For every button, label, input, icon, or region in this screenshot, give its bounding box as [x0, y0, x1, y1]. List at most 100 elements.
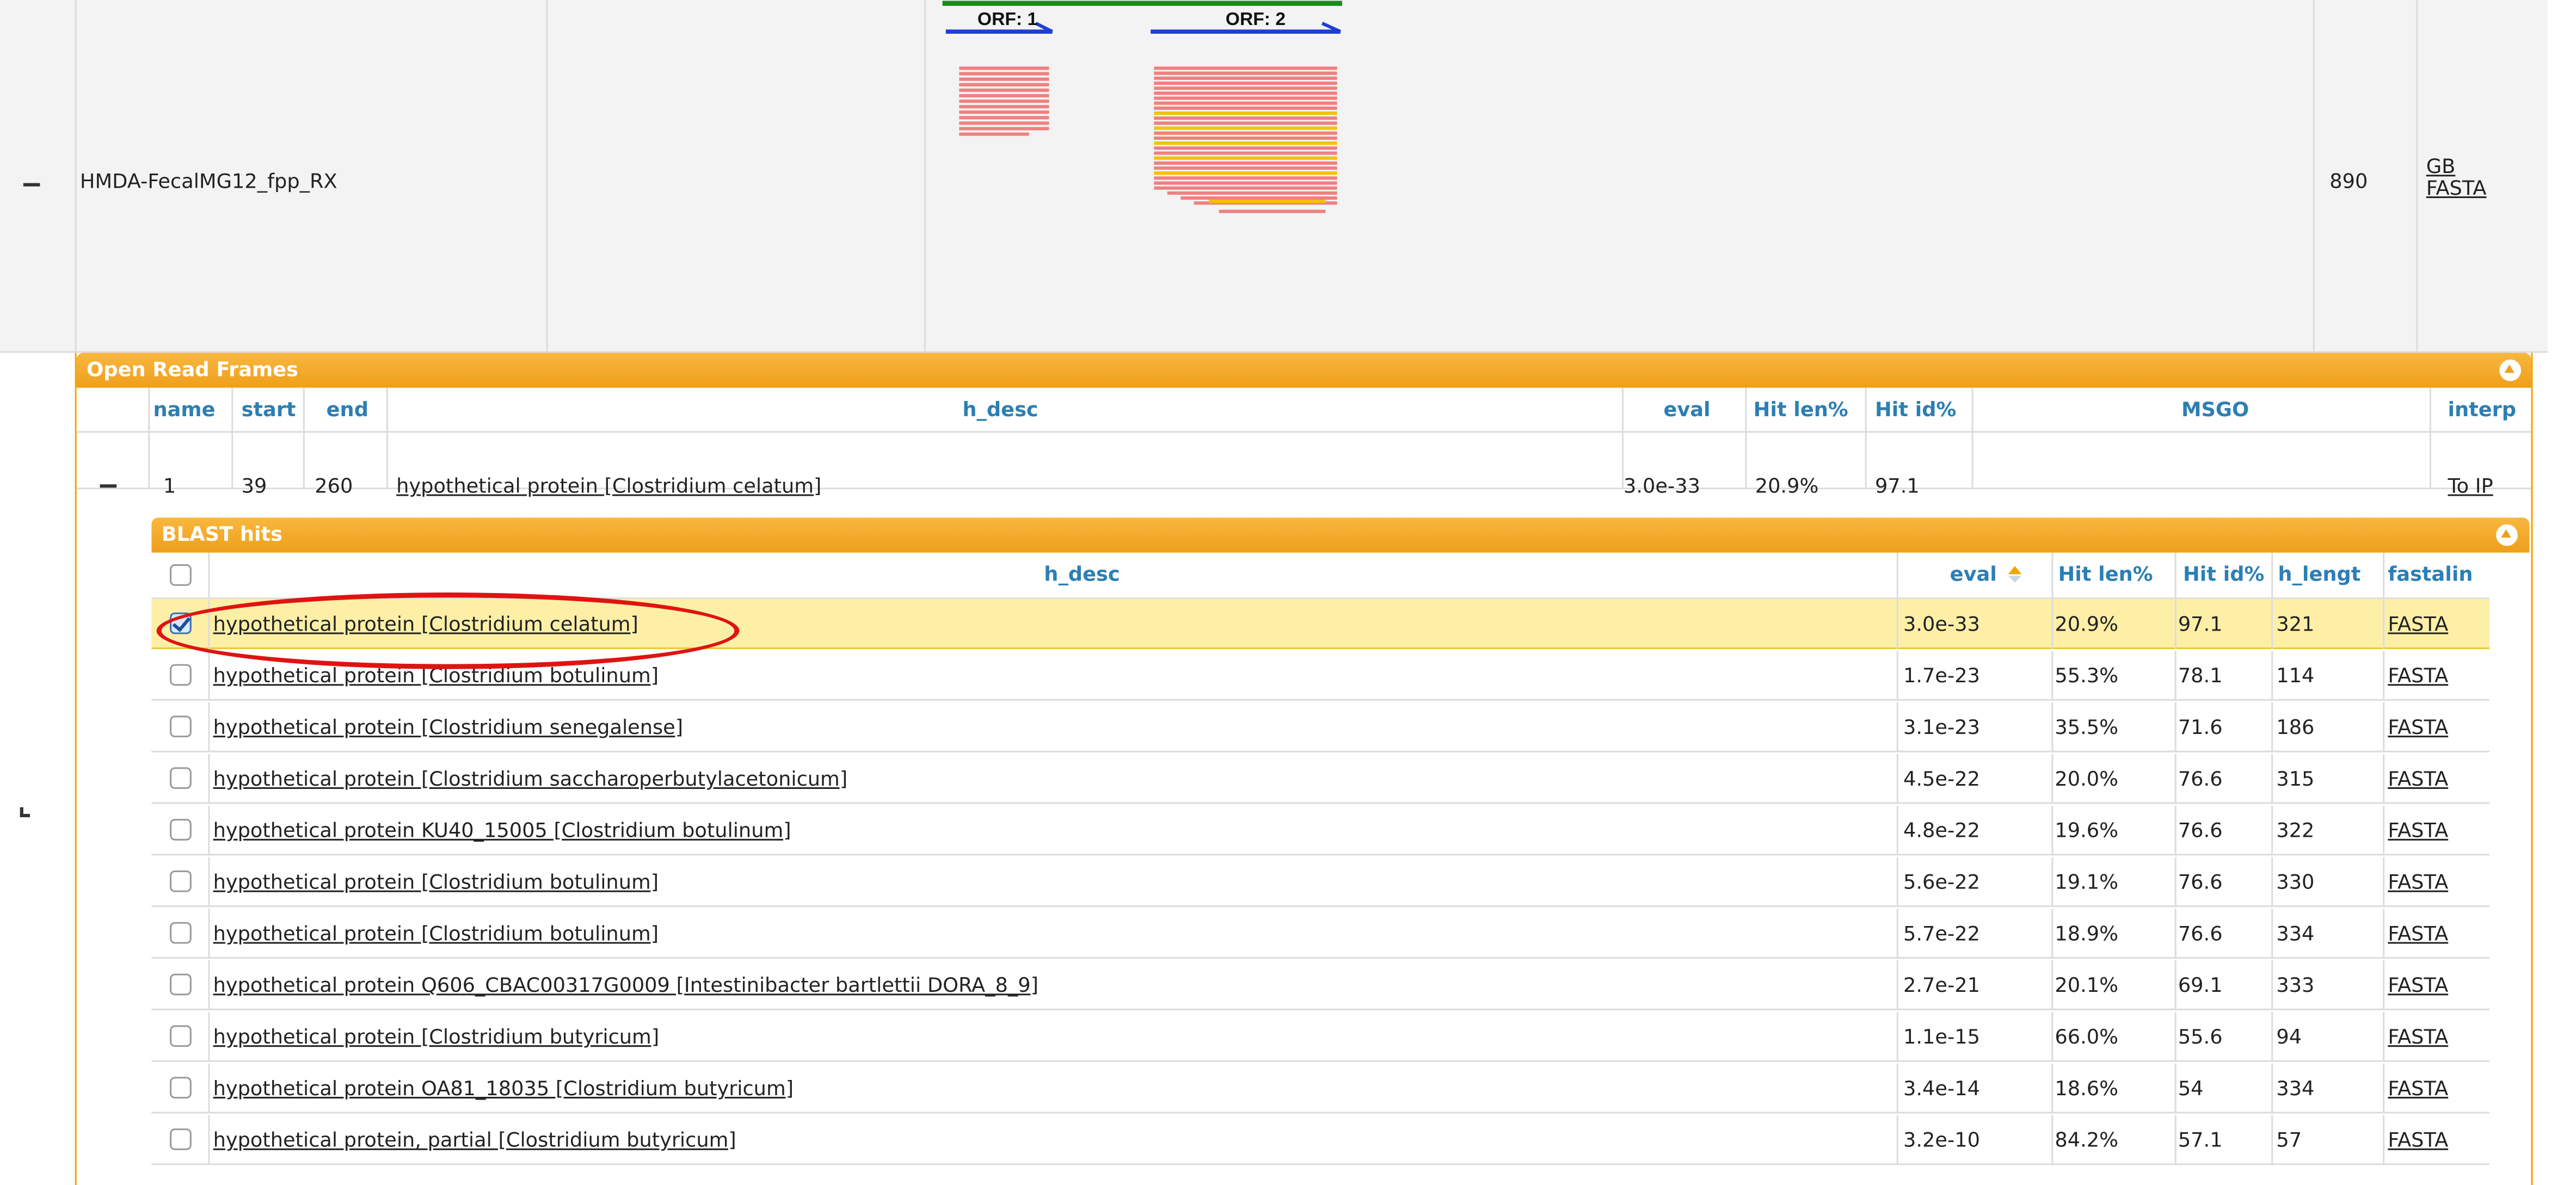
hit-desc-link[interactable]: hypothetical protein, partial [Clostridi…	[213, 1128, 736, 1152]
column-divider	[2051, 1063, 2054, 1114]
column-divider	[1896, 1011, 1898, 1062]
blast-row[interactable]: hypothetical protein, partial [Clostridi…	[151, 1115, 2489, 1165]
fasta-link[interactable]: FASTA	[2388, 767, 2448, 791]
hit-desc-link[interactable]: hypothetical protein [Clostridium saccha…	[213, 767, 848, 791]
fasta-link[interactable]: FASTA	[2388, 715, 2448, 739]
col-h-desc[interactable]: h_desc	[962, 398, 1038, 421]
col-start[interactable]: start	[242, 398, 296, 421]
col-hit-id[interactable]: Hit id%	[1875, 398, 1956, 421]
blast-col-hit-len[interactable]: Hit len%	[2058, 563, 2153, 586]
row-checkbox[interactable]	[170, 664, 192, 686]
contig-links: GB FASTA	[2426, 156, 2487, 200]
row-checkbox[interactable]	[170, 612, 192, 634]
blast-row[interactable]: hypothetical protein Q606_CBAC00317G0009…	[151, 960, 2489, 1010]
hit-eval: 3.4e-14	[1903, 1077, 1980, 1101]
fasta-link[interactable]: FASTA	[2388, 819, 2448, 842]
row-checkbox[interactable]	[170, 767, 192, 789]
collapse-orf-icon[interactable]	[100, 484, 117, 488]
fasta-link[interactable]: FASTA	[2388, 974, 2448, 997]
row-checkbox[interactable]	[170, 1077, 192, 1099]
blast-col-fastalin[interactable]: fastalin	[2388, 563, 2488, 586]
blast-col-eval[interactable]: eval	[1950, 563, 2024, 586]
blast-panel: BLAST hits h_desc eval Hit len% Hit id% …	[151, 511, 2530, 1185]
hit-bar	[959, 83, 1049, 87]
select-all-checkbox[interactable]	[170, 564, 192, 586]
hit-len-pct: 55.3%	[2055, 664, 2119, 688]
hit-bar	[959, 105, 1049, 109]
col-end[interactable]: end	[327, 398, 368, 421]
hit-desc-link[interactable]: hypothetical protein [Clostridium botuli…	[213, 664, 659, 688]
hit-desc-link[interactable]: hypothetical protein Q606_CBAC00317G0009…	[213, 974, 1038, 997]
blast-col-h-length[interactable]: h_lengt	[2278, 563, 2381, 586]
orf-diagram: ORF: 1 ORF: 2	[942, 1, 1342, 213]
column-divider	[2051, 805, 2054, 856]
orf-1-label: ORF: 1	[977, 9, 1037, 29]
fasta-link[interactable]: FASTA	[2388, 613, 2448, 636]
orf-1-hit-bars	[959, 66, 1049, 136]
row-checkbox[interactable]	[170, 1128, 192, 1150]
blast-col-hit-id[interactable]: Hit id%	[2183, 563, 2264, 586]
blast-col-h-desc[interactable]: h_desc	[1044, 563, 1120, 586]
col-hit-len[interactable]: Hit len%	[1754, 398, 1848, 421]
row-checkbox[interactable]	[170, 870, 192, 892]
hit-desc-link[interactable]: hypothetical protein [Clostridium celatu…	[213, 613, 638, 636]
column-divider	[1896, 805, 1898, 856]
hit-desc-link[interactable]: hypothetical protein OA81_18035 [Clostri…	[213, 1077, 794, 1100]
hit-desc-link[interactable]: hypothetical protein [Clostridium butyri…	[213, 1025, 660, 1048]
blast-row[interactable]: hypothetical protein [Clostridium celatu…	[151, 599, 2489, 650]
row-checkbox[interactable]	[170, 715, 192, 738]
gb-link[interactable]: GB	[2426, 156, 2487, 178]
column-divider	[2174, 805, 2177, 856]
col-msgo[interactable]: MSGO	[2181, 398, 2249, 421]
blast-row[interactable]: hypothetical protein [Clostridium botuli…	[151, 857, 2489, 908]
hit-bar	[1154, 161, 1337, 165]
hit-len-pct: 18.9%	[2055, 922, 2119, 946]
col-eval[interactable]: eval	[1663, 398, 1710, 421]
blast-collapse-icon[interactable]	[2496, 524, 2518, 546]
hit-desc-link[interactable]: hypothetical protein [Clostridium botuli…	[213, 922, 659, 946]
column-divider	[2383, 651, 2385, 701]
blast-row[interactable]: hypothetical protein KU40_15005 [Clostri…	[151, 805, 2489, 856]
hit-bar	[1154, 131, 1337, 135]
hit-len-pct: 84.2%	[2055, 1128, 2119, 1152]
hit-length: 334	[2276, 922, 2315, 946]
orf-interp-link[interactable]: To IP	[2448, 474, 2493, 498]
col-interp[interactable]: interp	[2448, 398, 2516, 421]
row-checkbox[interactable]	[170, 1025, 192, 1047]
blast-row[interactable]: hypothetical protein [Clostridium butyri…	[151, 1011, 2489, 1062]
row-checkbox[interactable]	[170, 922, 192, 944]
fasta-link[interactable]: FASTA	[2388, 922, 2448, 946]
row-checkbox[interactable]	[170, 973, 192, 996]
col-name[interactable]: name	[153, 398, 215, 421]
hit-bar	[1154, 81, 1337, 85]
hit-eval: 3.1e-23	[1903, 715, 1980, 739]
fasta-link[interactable]: FASTA	[2388, 1077, 2448, 1100]
hit-bar	[959, 132, 1029, 136]
fasta-link[interactable]: FASTA	[2388, 1128, 2448, 1152]
hit-id-pct: 55.6	[2178, 1025, 2223, 1049]
hit-desc-link[interactable]: hypothetical protein [Clostridium botuli…	[213, 871, 659, 894]
hit-id-pct: 76.6	[2178, 819, 2223, 842]
blast-row[interactable]: hypothetical protein [Clostridium senega…	[151, 702, 2489, 752]
hit-length: 315	[2276, 767, 2315, 791]
blast-row[interactable]: hypothetical protein [Clostridium botuli…	[151, 909, 2489, 959]
collapse-contig-icon[interactable]	[23, 183, 40, 187]
column-divider	[2271, 805, 2273, 856]
orf-h-desc-link[interactable]: hypothetical protein [Clostridium celatu…	[396, 474, 821, 498]
column-divider	[2051, 857, 2054, 908]
blast-col-eval-label: eval	[1950, 562, 1997, 586]
fasta-link[interactable]: FASTA	[2388, 1025, 2448, 1048]
hit-desc-link[interactable]: hypothetical protein KU40_15005 [Clostri…	[213, 819, 791, 842]
fasta-link[interactable]: FASTA	[2388, 664, 2448, 688]
blast-row[interactable]: hypothetical protein OA81_18035 [Clostri…	[151, 1063, 2489, 1114]
row-checkbox[interactable]	[170, 819, 192, 841]
orf-panel-title: Open Read Frames	[87, 357, 299, 381]
orf-collapse-icon[interactable]	[2499, 359, 2522, 381]
column-divider	[2383, 702, 2385, 752]
fasta-link[interactable]: FASTA	[2388, 871, 2448, 894]
hit-bar	[1154, 121, 1337, 125]
blast-row[interactable]: hypothetical protein [Clostridium saccha…	[151, 754, 2489, 804]
hit-desc-link[interactable]: hypothetical protein [Clostridium senega…	[213, 715, 683, 739]
fasta-link[interactable]: FASTA	[2426, 177, 2487, 200]
blast-row[interactable]: hypothetical protein [Clostridium botuli…	[151, 651, 2489, 701]
